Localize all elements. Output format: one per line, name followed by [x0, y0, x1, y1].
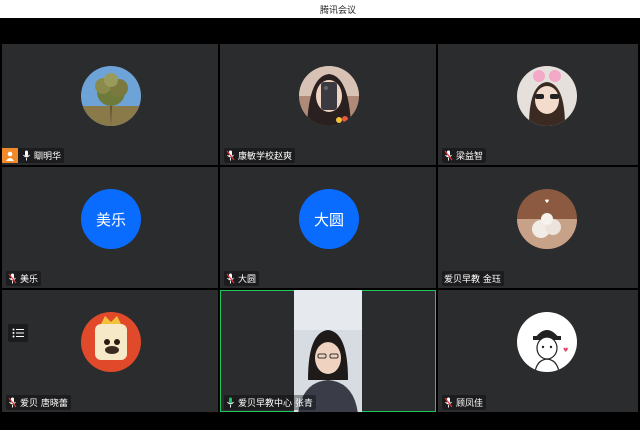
bottom-toolbar-area — [0, 412, 640, 430]
participant-tile[interactable]: 梁益智 — [438, 44, 638, 165]
mic-muted-icon[interactable] — [22, 150, 31, 161]
mic-active-icon[interactable] — [226, 397, 235, 408]
list-menu-button[interactable] — [8, 324, 28, 342]
participant-name: 爱贝早教中心 张青 — [238, 399, 313, 409]
participant-tile[interactable]: ♥ 爱贝早教 金珏 — [438, 167, 638, 288]
svg-text:♥: ♥ — [563, 347, 568, 354]
participant-grid: 瞓明华 康敏学校赵爽 梁益智 美乐 美乐 大圆 大圆 ♥ 爱贝早教 金珏 爱贝 … — [0, 44, 640, 412]
participant-name: 大圆 — [238, 275, 257, 285]
mic-muted-icon[interactable] — [8, 273, 17, 284]
participant-video — [294, 290, 362, 412]
participant-name-label: 爱贝 唐晓蕾 — [6, 395, 71, 410]
participant-name-label: 瞓明华 — [2, 148, 65, 163]
participant-tile[interactable]: 大圆 大圆 — [220, 167, 436, 288]
participant-name: 爱贝 唐晓蕾 — [20, 399, 68, 409]
window-title: 腾讯会议 — [319, 6, 356, 16]
participant-name: 康敏学校赵爽 — [238, 152, 293, 162]
participant-name: 爱贝早教 金珏 — [444, 275, 501, 285]
participant-name-label: 顾凤佳 — [442, 395, 487, 410]
participant-text-avatar: 大圆 — [299, 189, 359, 249]
participant-avatar — [81, 66, 141, 126]
participant-name-label: 美乐 — [6, 271, 42, 286]
participant-tile[interactable]: ♥ 顾凤佳 — [438, 290, 638, 412]
participant-name: 梁益智 — [456, 152, 484, 162]
mic-muted-icon[interactable] — [226, 273, 235, 284]
participant-name: 顾凤佳 — [456, 399, 484, 409]
list-menu-icon — [12, 328, 24, 338]
participant-avatar — [299, 66, 359, 126]
participant-avatar — [81, 312, 141, 372]
participant-name-label: 梁益智 — [442, 148, 487, 163]
participant-tile[interactable]: 美乐 美乐 — [2, 167, 218, 288]
participant-tile[interactable]: 康敏学校赵爽 — [220, 44, 436, 165]
top-toolbar-area — [0, 18, 640, 44]
participant-name-label: 爱贝早教中心 张青 — [224, 395, 316, 410]
title-bar: 腾讯会议 — [0, 0, 640, 18]
participant-name: 瞓明华 — [34, 152, 62, 162]
participant-name-label: 康敏学校赵爽 — [224, 148, 296, 163]
participant-tile-speaking[interactable]: 爱贝早教中心 张青 — [220, 290, 436, 412]
participant-tile[interactable]: 瞓明华 — [2, 44, 218, 165]
participant-name-label: 爱贝早教 金珏 — [442, 271, 504, 286]
participant-avatar: ♥ — [517, 312, 577, 372]
participant-avatar: ♥ — [517, 189, 577, 249]
mic-muted-icon[interactable] — [226, 150, 235, 161]
participant-tile[interactable]: 爱贝 唐晓蕾 — [2, 290, 218, 412]
host-person-icon — [2, 148, 18, 163]
participant-text-avatar: 美乐 — [81, 189, 141, 249]
svg-text:♥: ♥ — [545, 199, 550, 205]
participant-name: 美乐 — [20, 275, 39, 285]
participant-avatar — [517, 66, 577, 126]
mic-muted-icon[interactable] — [444, 150, 453, 161]
mic-muted-icon[interactable] — [444, 397, 453, 408]
participant-name-label: 大圆 — [224, 271, 260, 286]
mic-muted-icon[interactable] — [8, 397, 17, 408]
